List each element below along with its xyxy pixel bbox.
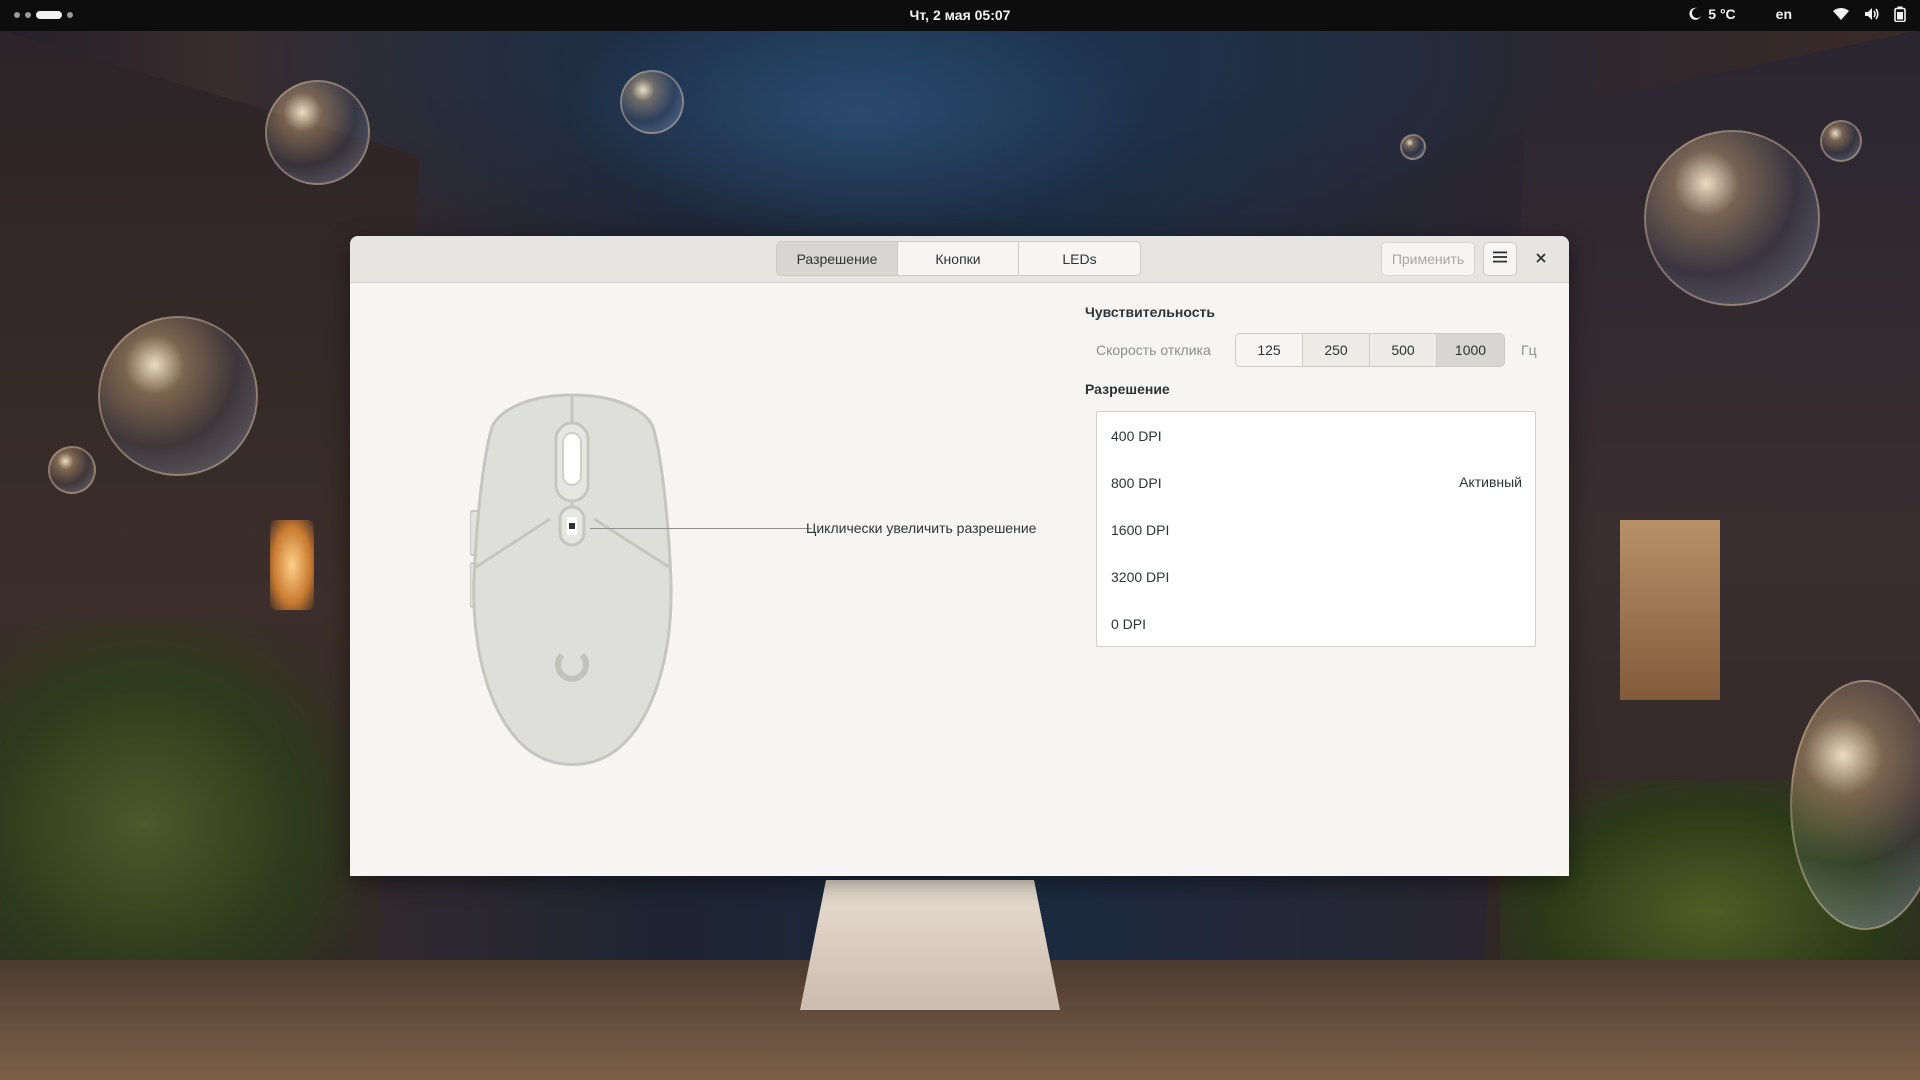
dpi-list-item[interactable]: 1600 DPI bbox=[1097, 506, 1535, 553]
top-bar: Чт, 2 мая 05:07 5 °C en bbox=[0, 0, 1920, 31]
rate-button-1000[interactable]: 1000 bbox=[1437, 334, 1504, 366]
hamburger-menu-icon bbox=[1493, 250, 1507, 268]
report-rate-label: Скорость отклика bbox=[1096, 342, 1211, 358]
rate-button-500[interactable]: 500 bbox=[1370, 334, 1437, 366]
dpi-list-item[interactable]: 800 DPI Активный bbox=[1097, 459, 1535, 506]
dpi-value: 1600 DPI bbox=[1111, 521, 1170, 538]
sensitivity-title: Чувствительность bbox=[1085, 304, 1215, 320]
dpi-value: 3200 DPI bbox=[1111, 568, 1170, 585]
wifi-icon[interactable] bbox=[1832, 7, 1850, 21]
piper-window: Разрешение Кнопки LEDs Применить Цикличе… bbox=[350, 236, 1569, 876]
tab-resolution[interactable]: Разрешение bbox=[777, 242, 898, 275]
rate-button-250[interactable]: 250 bbox=[1303, 334, 1370, 366]
header-bar: Разрешение Кнопки LEDs Применить bbox=[350, 236, 1569, 283]
wallpaper-bubble bbox=[98, 316, 258, 476]
rate-button-125[interactable]: 125 bbox=[1236, 334, 1303, 366]
dpi-value: 0 DPI bbox=[1111, 615, 1147, 632]
tab-buttons[interactable]: Кнопки bbox=[898, 242, 1019, 275]
volume-icon[interactable] bbox=[1864, 7, 1880, 21]
wallpaper-bubble bbox=[1400, 134, 1426, 160]
wallpaper-plants-left bbox=[0, 620, 360, 960]
wallpaper-bubble bbox=[48, 446, 96, 494]
dpi-list-item[interactable]: 3200 DPI bbox=[1097, 553, 1535, 600]
mouse-illustration bbox=[469, 391, 675, 776]
weather-temperature: 5 °C bbox=[1708, 6, 1736, 22]
dpi-list: 400 DPI 800 DPI Активный 1600 DPI 3200 D… bbox=[1096, 411, 1536, 647]
battery-icon[interactable] bbox=[1894, 6, 1906, 22]
dpi-list-item[interactable]: 0 DPI bbox=[1097, 600, 1535, 647]
dpi-status-active: Активный bbox=[1459, 474, 1522, 490]
keyboard-layout-indicator[interactable]: en bbox=[1776, 6, 1792, 22]
wallpaper-figure bbox=[800, 880, 1060, 1010]
wallpaper-lit-window bbox=[1620, 520, 1720, 700]
view-switcher: Разрешение Кнопки LEDs bbox=[776, 241, 1141, 276]
apply-button[interactable]: Применить bbox=[1381, 242, 1475, 276]
menu-button[interactable] bbox=[1483, 242, 1517, 276]
close-button[interactable] bbox=[1529, 247, 1553, 271]
wallpaper-lantern bbox=[270, 520, 314, 610]
dpi-value: 800 DPI bbox=[1111, 474, 1162, 491]
resolution-title: Разрешение bbox=[1085, 381, 1170, 397]
close-icon bbox=[1536, 250, 1546, 268]
dpi-button-callout[interactable]: Циклически увеличить разрешение bbox=[806, 520, 1036, 536]
callout-line bbox=[590, 528, 812, 529]
moon-icon bbox=[1688, 7, 1702, 21]
wallpaper-bubble bbox=[1644, 130, 1820, 306]
dpi-list-item[interactable]: 400 DPI bbox=[1097, 412, 1535, 459]
dpi-value: 400 DPI bbox=[1111, 427, 1162, 444]
weather-indicator[interactable]: 5 °C bbox=[1688, 6, 1736, 22]
wallpaper-bubble bbox=[620, 70, 684, 134]
tab-leds[interactable]: LEDs bbox=[1019, 242, 1140, 275]
clock[interactable]: Чт, 2 мая 05:07 bbox=[0, 7, 1920, 23]
wallpaper-bubble bbox=[1820, 120, 1862, 162]
system-tray[interactable]: 5 °C en bbox=[1688, 6, 1906, 22]
wallpaper-bubble bbox=[265, 80, 370, 185]
report-rate-selector: 125 250 500 1000 bbox=[1235, 333, 1505, 367]
rate-unit-label: Гц bbox=[1521, 342, 1537, 358]
